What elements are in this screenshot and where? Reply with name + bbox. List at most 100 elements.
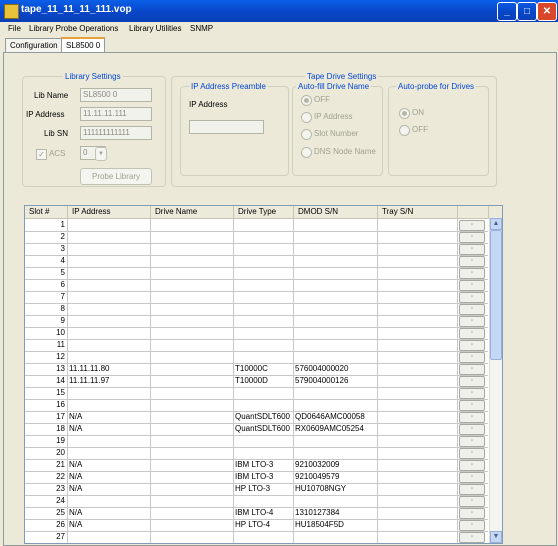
cell-drive-name[interactable]	[151, 375, 234, 387]
cell-drive-name[interactable]	[151, 267, 234, 279]
cell-slot[interactable]: 14	[25, 375, 68, 387]
cell-dmod-sn[interactable]	[294, 399, 378, 411]
autofill-dns-radio[interactable]	[301, 147, 312, 158]
cell-ip-address[interactable]	[68, 435, 151, 447]
row-probe-button[interactable]: ▫	[459, 232, 485, 243]
row-probe-button[interactable]: ▫	[459, 532, 485, 543]
cell-drive-name[interactable]	[151, 399, 234, 411]
cell-slot[interactable]: 24	[25, 495, 68, 507]
cell-tray-sn[interactable]	[378, 231, 458, 243]
cell-drive-type[interactable]	[234, 399, 294, 411]
row-probe-button[interactable]: ▫	[459, 364, 485, 375]
cell-drive-name[interactable]	[151, 351, 234, 363]
cell-dmod-sn[interactable]	[294, 387, 378, 399]
cell-drive-name[interactable]	[151, 483, 234, 495]
cell-drive-name[interactable]	[151, 507, 234, 519]
cell-dmod-sn[interactable]: 579004000126	[294, 375, 378, 387]
cell-drive-name[interactable]	[151, 327, 234, 339]
cell-ip-address[interactable]: N/A	[68, 519, 151, 531]
row-probe-button[interactable]: ▫	[459, 412, 485, 423]
row-probe-button[interactable]: ▫	[459, 436, 485, 447]
cell-drive-type[interactable]: HP LTO-3	[234, 483, 294, 495]
menu-library-probe-operations[interactable]: Library Probe Operations	[29, 24, 118, 33]
cell-tray-sn[interactable]	[378, 375, 458, 387]
cell-slot[interactable]: 6	[25, 279, 68, 291]
row-probe-button[interactable]: ▫	[459, 280, 485, 291]
tab-configuration[interactable]: Configuration	[5, 38, 63, 53]
cell-dmod-sn[interactable]	[294, 303, 378, 315]
scroll-down-icon[interactable]: ▼	[490, 531, 502, 543]
cell-slot[interactable]: 11	[25, 339, 68, 351]
cell-tray-sn[interactable]	[378, 363, 458, 375]
table-row[interactable]: 27 ▫	[25, 531, 488, 543]
cell-ip-address[interactable]	[68, 219, 151, 231]
row-probe-button[interactable]: ▫	[459, 448, 485, 459]
cell-drive-type[interactable]	[234, 267, 294, 279]
cell-dmod-sn[interactable]	[294, 531, 378, 543]
cell-ip-address[interactable]	[68, 243, 151, 255]
cell-drive-type[interactable]	[234, 387, 294, 399]
cell-drive-name[interactable]	[151, 231, 234, 243]
header-dmod-sn[interactable]: DMOD S/N	[294, 206, 378, 218]
scroll-up-icon[interactable]: ▲	[490, 218, 502, 230]
cell-ip-address[interactable]	[68, 327, 151, 339]
cell-drive-type[interactable]	[234, 243, 294, 255]
cell-slot[interactable]: 15	[25, 387, 68, 399]
cell-drive-type[interactable]: IBM LTO-3	[234, 471, 294, 483]
cell-dmod-sn[interactable]: 9210049579	[294, 471, 378, 483]
cell-dmod-sn[interactable]	[294, 267, 378, 279]
cell-tray-sn[interactable]	[378, 507, 458, 519]
cell-ip-address[interactable]: 11.11.11.80	[68, 363, 151, 375]
cell-dmod-sn[interactable]	[294, 351, 378, 363]
autoprobe-off-radio[interactable]	[399, 125, 410, 136]
ip-address-field[interactable]: 11.11.11.111	[80, 107, 152, 121]
cell-drive-name[interactable]	[151, 471, 234, 483]
cell-slot[interactable]: 23	[25, 483, 68, 495]
acs-checkbox[interactable]: ✓	[36, 149, 47, 160]
cell-dmod-sn[interactable]: HU18504F5D	[294, 519, 378, 531]
cell-dmod-sn[interactable]	[294, 447, 378, 459]
cell-dmod-sn[interactable]: HU10708NGY	[294, 483, 378, 495]
cell-drive-type[interactable]: T10000D	[234, 375, 294, 387]
cell-drive-name[interactable]	[151, 291, 234, 303]
row-probe-button[interactable]: ▫	[459, 388, 485, 399]
cell-slot[interactable]: 17	[25, 411, 68, 423]
header-ip-address[interactable]: IP Address	[68, 206, 151, 218]
cell-ip-address[interactable]	[68, 291, 151, 303]
cell-slot[interactable]: 25	[25, 507, 68, 519]
cell-tray-sn[interactable]	[378, 495, 458, 507]
cell-tray-sn[interactable]	[378, 315, 458, 327]
maximize-button[interactable]: □	[517, 2, 537, 21]
row-probe-button[interactable]: ▫	[459, 424, 485, 435]
cell-slot[interactable]: 26	[25, 519, 68, 531]
cell-drive-name[interactable]	[151, 531, 234, 543]
cell-dmod-sn[interactable]: 9210032009	[294, 459, 378, 471]
cell-drive-type[interactable]	[234, 531, 294, 543]
autofill-ip-radio[interactable]	[301, 112, 312, 123]
row-probe-button[interactable]: ▫	[459, 400, 485, 411]
menu-library-utilities[interactable]: Library Utilities	[129, 24, 181, 33]
cell-tray-sn[interactable]	[378, 219, 458, 231]
cell-ip-address[interactable]: N/A	[68, 411, 151, 423]
cell-tray-sn[interactable]	[378, 519, 458, 531]
autoprobe-on-radio[interactable]	[399, 108, 410, 119]
row-probe-button[interactable]: ▫	[459, 328, 485, 339]
row-probe-button[interactable]: ▫	[459, 484, 485, 495]
header-tray-sn[interactable]: Tray S/N	[378, 206, 458, 218]
cell-slot[interactable]: 4	[25, 255, 68, 267]
cell-drive-name[interactable]	[151, 519, 234, 531]
cell-drive-type[interactable]	[234, 279, 294, 291]
cell-drive-type[interactable]	[234, 351, 294, 363]
tab-sl8500[interactable]: SL8500 0	[61, 37, 106, 53]
row-probe-button[interactable]: ▫	[459, 376, 485, 387]
cell-tray-sn[interactable]	[378, 303, 458, 315]
cell-tray-sn[interactable]	[378, 423, 458, 435]
menu-file[interactable]: File	[8, 24, 21, 33]
cell-dmod-sn[interactable]	[294, 231, 378, 243]
row-probe-button[interactable]: ▫	[459, 316, 485, 327]
cell-tray-sn[interactable]	[378, 243, 458, 255]
cell-ip-address[interactable]	[68, 387, 151, 399]
header-slot[interactable]: Slot #	[25, 206, 68, 218]
cell-slot[interactable]: 2	[25, 231, 68, 243]
cell-drive-name[interactable]	[151, 411, 234, 423]
